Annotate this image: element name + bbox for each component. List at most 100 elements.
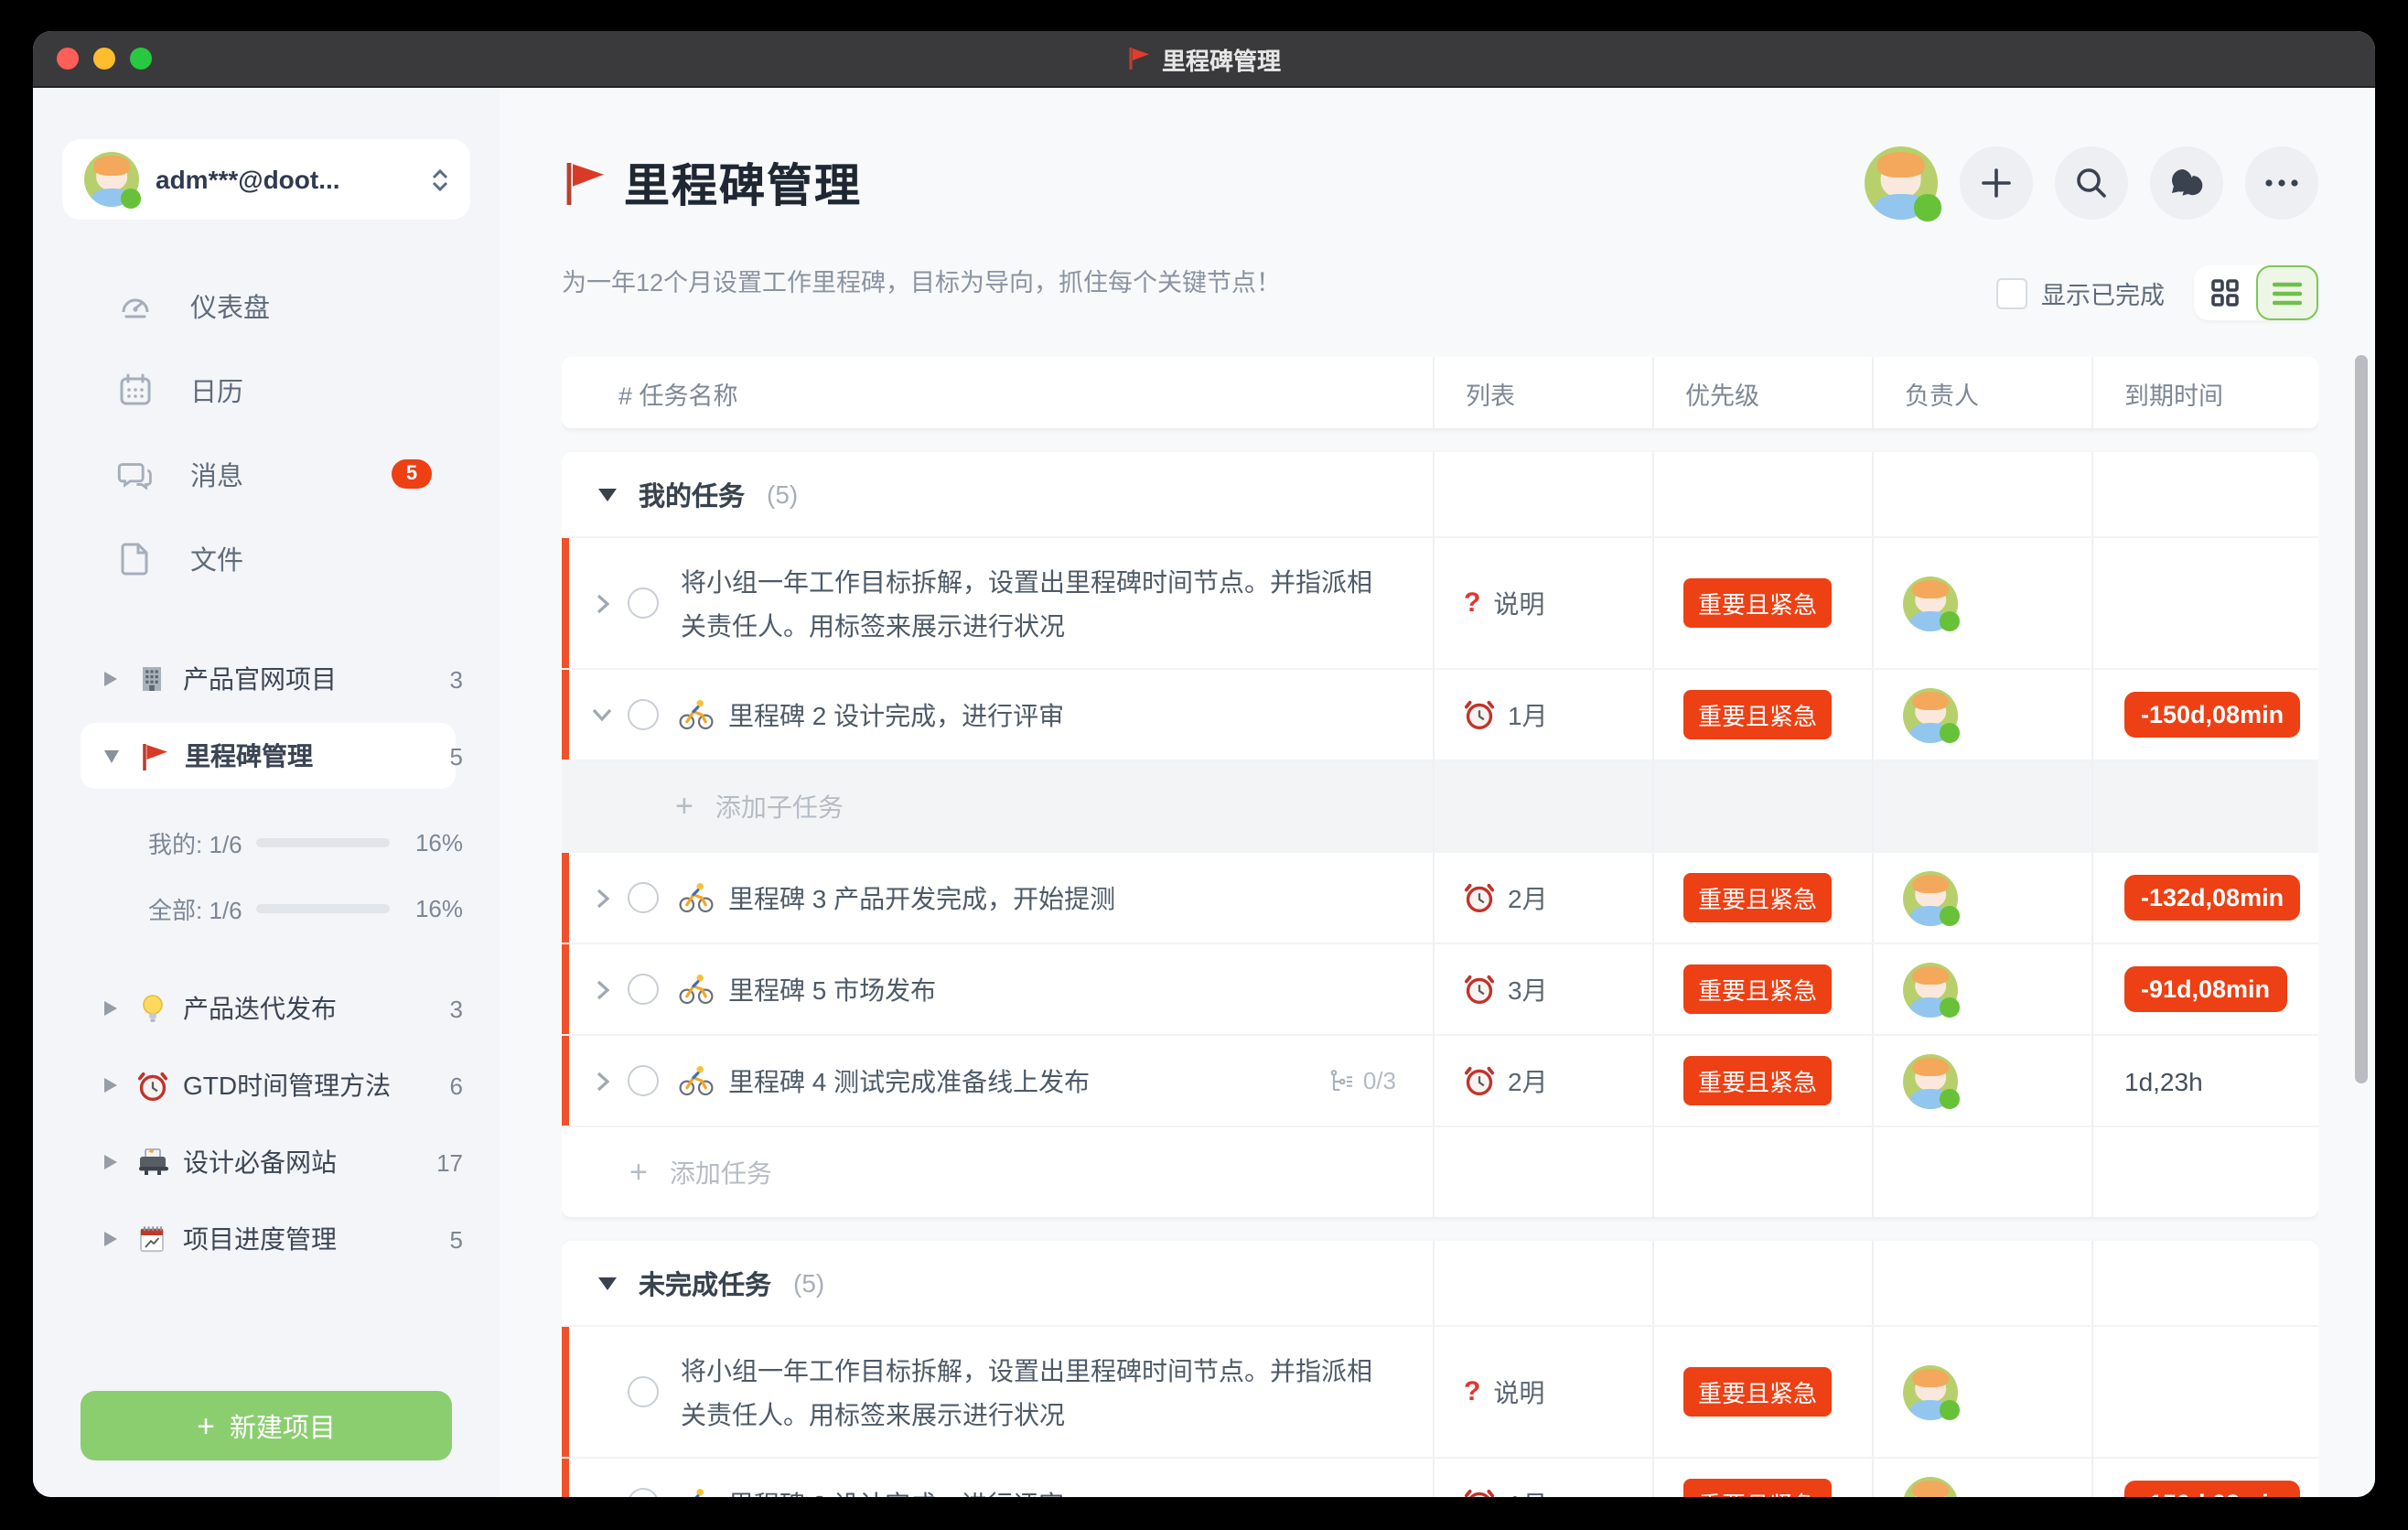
close-button[interactable] <box>57 48 79 70</box>
project-item-iteration[interactable]: 产品迭代发布 3 <box>33 970 500 1047</box>
alarm-clock-icon <box>1464 882 1495 913</box>
group-header[interactable]: 未完成任务 (5) <box>562 1241 2318 1325</box>
project-item-progress-mgmt[interactable]: 项目进度管理 5 <box>33 1201 500 1277</box>
sidebar-item-messages[interactable]: 消息 5 <box>33 432 500 516</box>
assignee-avatar[interactable] <box>1903 870 1958 925</box>
task-table: # 任务名称 列表 优先级 负责人 到期时间 我的任务 (5) <box>562 357 2318 1497</box>
project-item-official-site[interactable]: 产品官网项目 3 <box>33 641 500 717</box>
column-header-due[interactable]: 到期时间 <box>2091 357 2318 428</box>
task-row[interactable]: 里程碑 2 设计完成，进行评审 1月 重要且紧急 <box>562 668 2318 760</box>
calendar-icon <box>117 372 154 408</box>
project-item-gtd[interactable]: GTD时间管理方法 6 <box>33 1047 500 1124</box>
page-title-row: 里程碑管理 <box>562 150 862 216</box>
assignee-avatar[interactable] <box>1903 1053 1958 1108</box>
biker-icon <box>677 879 714 916</box>
view-toggle <box>2194 265 2318 320</box>
expand-chevron-icon[interactable] <box>587 1070 617 1092</box>
alarm-clock-icon <box>1464 1065 1495 1096</box>
show-completed-toggle[interactable]: 显示已完成 <box>1995 275 2165 311</box>
task-title: 里程碑 2 设计完成，进行评审 <box>728 1482 1064 1497</box>
task-row[interactable]: 里程碑 5 市场发布 3月 重要且紧急 <box>562 943 2318 1034</box>
group-header[interactable]: 我的任务 (5) <box>562 452 2318 536</box>
column-header-priority[interactable]: 优先级 <box>1652 357 1872 428</box>
collapse-group-icon[interactable] <box>598 1277 617 1289</box>
user-avatar <box>84 152 139 207</box>
task-complete-checkbox[interactable] <box>628 882 659 913</box>
task-row[interactable]: 里程碑 2 设计完成，进行评审 1月 重要且紧急 <box>562 1457 2318 1497</box>
traffic-lights <box>57 31 152 86</box>
minimize-button[interactable] <box>93 48 115 70</box>
task-row[interactable]: 里程碑 3 产品开发完成，开始提测 2月 重要且紧急 <box>562 851 2318 943</box>
task-title: 里程碑 3 产品开发完成，开始提测 <box>728 876 1115 920</box>
more-button[interactable] <box>2245 146 2318 220</box>
disclosure-down-icon[interactable] <box>104 749 119 762</box>
question-icon: ? <box>1464 587 1480 619</box>
collapse-chevron-icon[interactable] <box>587 706 617 723</box>
task-row[interactable]: 将小组一年工作目标拆解，设置出里程碑时间节点。并指派相关责任人。用标签来展示进行… <box>562 536 2318 668</box>
plus-icon: + <box>629 1154 648 1191</box>
show-completed-checkbox[interactable] <box>1995 277 2026 308</box>
biker-icon <box>677 1062 714 1099</box>
screen: 里程碑管理 adm***@doot... 仪表盘 <box>0 0 2408 1530</box>
due-time-badge: -132d,08min <box>2124 875 2300 921</box>
priority-badge: 重要且紧急 <box>1683 1479 1832 1497</box>
due-time-badge: -150d,08min <box>2124 1481 2300 1497</box>
account-switcher[interactable]: adm***@doot... <box>62 139 470 220</box>
task-complete-checkbox[interactable] <box>628 974 659 1005</box>
user-avatar[interactable] <box>1865 146 1938 220</box>
assignee-avatar[interactable] <box>1903 1476 1958 1497</box>
task-complete-checkbox[interactable] <box>628 699 659 730</box>
titlebar: 里程碑管理 <box>33 31 2375 88</box>
subtask-counter: 0/3 <box>1328 1067 1407 1094</box>
zoom-button[interactable] <box>130 48 152 70</box>
assignee-avatar[interactable] <box>1903 576 1958 630</box>
page-title: 里程碑管理 <box>624 150 862 216</box>
column-header-name[interactable]: # 任务名称 <box>562 357 1433 428</box>
scrollbar-thumb[interactable] <box>2355 355 2368 1083</box>
project-item-milestone[interactable]: 里程碑管理 5 <box>33 717 500 794</box>
chat-button[interactable] <box>2150 146 2223 220</box>
expand-chevron-icon[interactable] <box>587 592 617 614</box>
disclosure-right-icon[interactable] <box>104 1232 117 1246</box>
add-subtask-row[interactable]: +添加子任务 <box>562 760 2318 851</box>
red-flag-icon <box>137 739 170 772</box>
list-view-button[interactable] <box>2256 265 2318 320</box>
disclosure-right-icon[interactable] <box>104 672 117 686</box>
new-project-button[interactable]: + 新建项目 <box>81 1391 452 1460</box>
table-header-row: # 任务名称 列表 优先级 负责人 到期时间 <box>562 357 2318 428</box>
chevron-updown-icon <box>432 167 448 191</box>
add-button[interactable] <box>1960 146 2033 220</box>
column-header-assignee[interactable]: 负责人 <box>1872 357 2091 428</box>
task-group-uncompleted: 未完成任务 (5) 将小组一年工作目标拆解，设置出里程碑时间节点。并指派相关责任… <box>562 1241 2318 1497</box>
task-complete-checkbox[interactable] <box>628 1488 659 1497</box>
sidebar-item-dashboard[interactable]: 仪表盘 <box>33 264 500 348</box>
add-task-row[interactable]: +添加任务 <box>562 1126 2318 1217</box>
progress-bar <box>257 903 390 912</box>
disclosure-right-icon[interactable] <box>104 1078 117 1093</box>
task-complete-checkbox[interactable] <box>628 1065 659 1096</box>
disclosure-right-icon[interactable] <box>104 1155 117 1169</box>
task-complete-checkbox[interactable] <box>628 587 659 619</box>
main-panel: 里程碑管理 为一年12个月设置工作里程碑，目标为导向，抓住每个关键节点！ <box>500 88 2375 1497</box>
collapse-group-icon[interactable] <box>598 488 617 501</box>
assignee-avatar[interactable] <box>1903 687 1958 742</box>
red-flag-icon <box>562 159 606 207</box>
disclosure-right-icon[interactable] <box>104 1001 117 1016</box>
project-item-design-sites[interactable]: 设计必备网站 17 <box>33 1124 500 1201</box>
task-row[interactable]: 将小组一年工作目标拆解，设置出里程碑时间节点。并指派相关责任人。用标签来展示进行… <box>562 1325 2318 1457</box>
sidebar-item-files[interactable]: 文件 <box>33 516 500 600</box>
column-header-list[interactable]: 列表 <box>1433 357 1652 428</box>
expand-chevron-icon[interactable] <box>587 978 617 1000</box>
sidebar-item-calendar[interactable]: 日历 <box>33 348 500 432</box>
task-row[interactable]: 里程碑 4 测试完成准备线上发布 0/3 2月 重要且紧急 <box>562 1034 2318 1126</box>
alarm-clock-icon <box>1464 974 1495 1005</box>
expand-chevron-icon[interactable] <box>587 887 617 909</box>
assignee-avatar[interactable] <box>1903 962 1958 1017</box>
red-flag-icon <box>1127 46 1151 71</box>
task-complete-checkbox[interactable] <box>628 1376 659 1407</box>
grid-view-button[interactable] <box>2194 265 2256 320</box>
unread-badge: 5 <box>392 459 432 489</box>
task-title: 里程碑 4 测试完成准备线上发布 <box>728 1059 1090 1103</box>
search-button[interactable] <box>2055 146 2128 220</box>
assignee-avatar[interactable] <box>1903 1364 1958 1419</box>
